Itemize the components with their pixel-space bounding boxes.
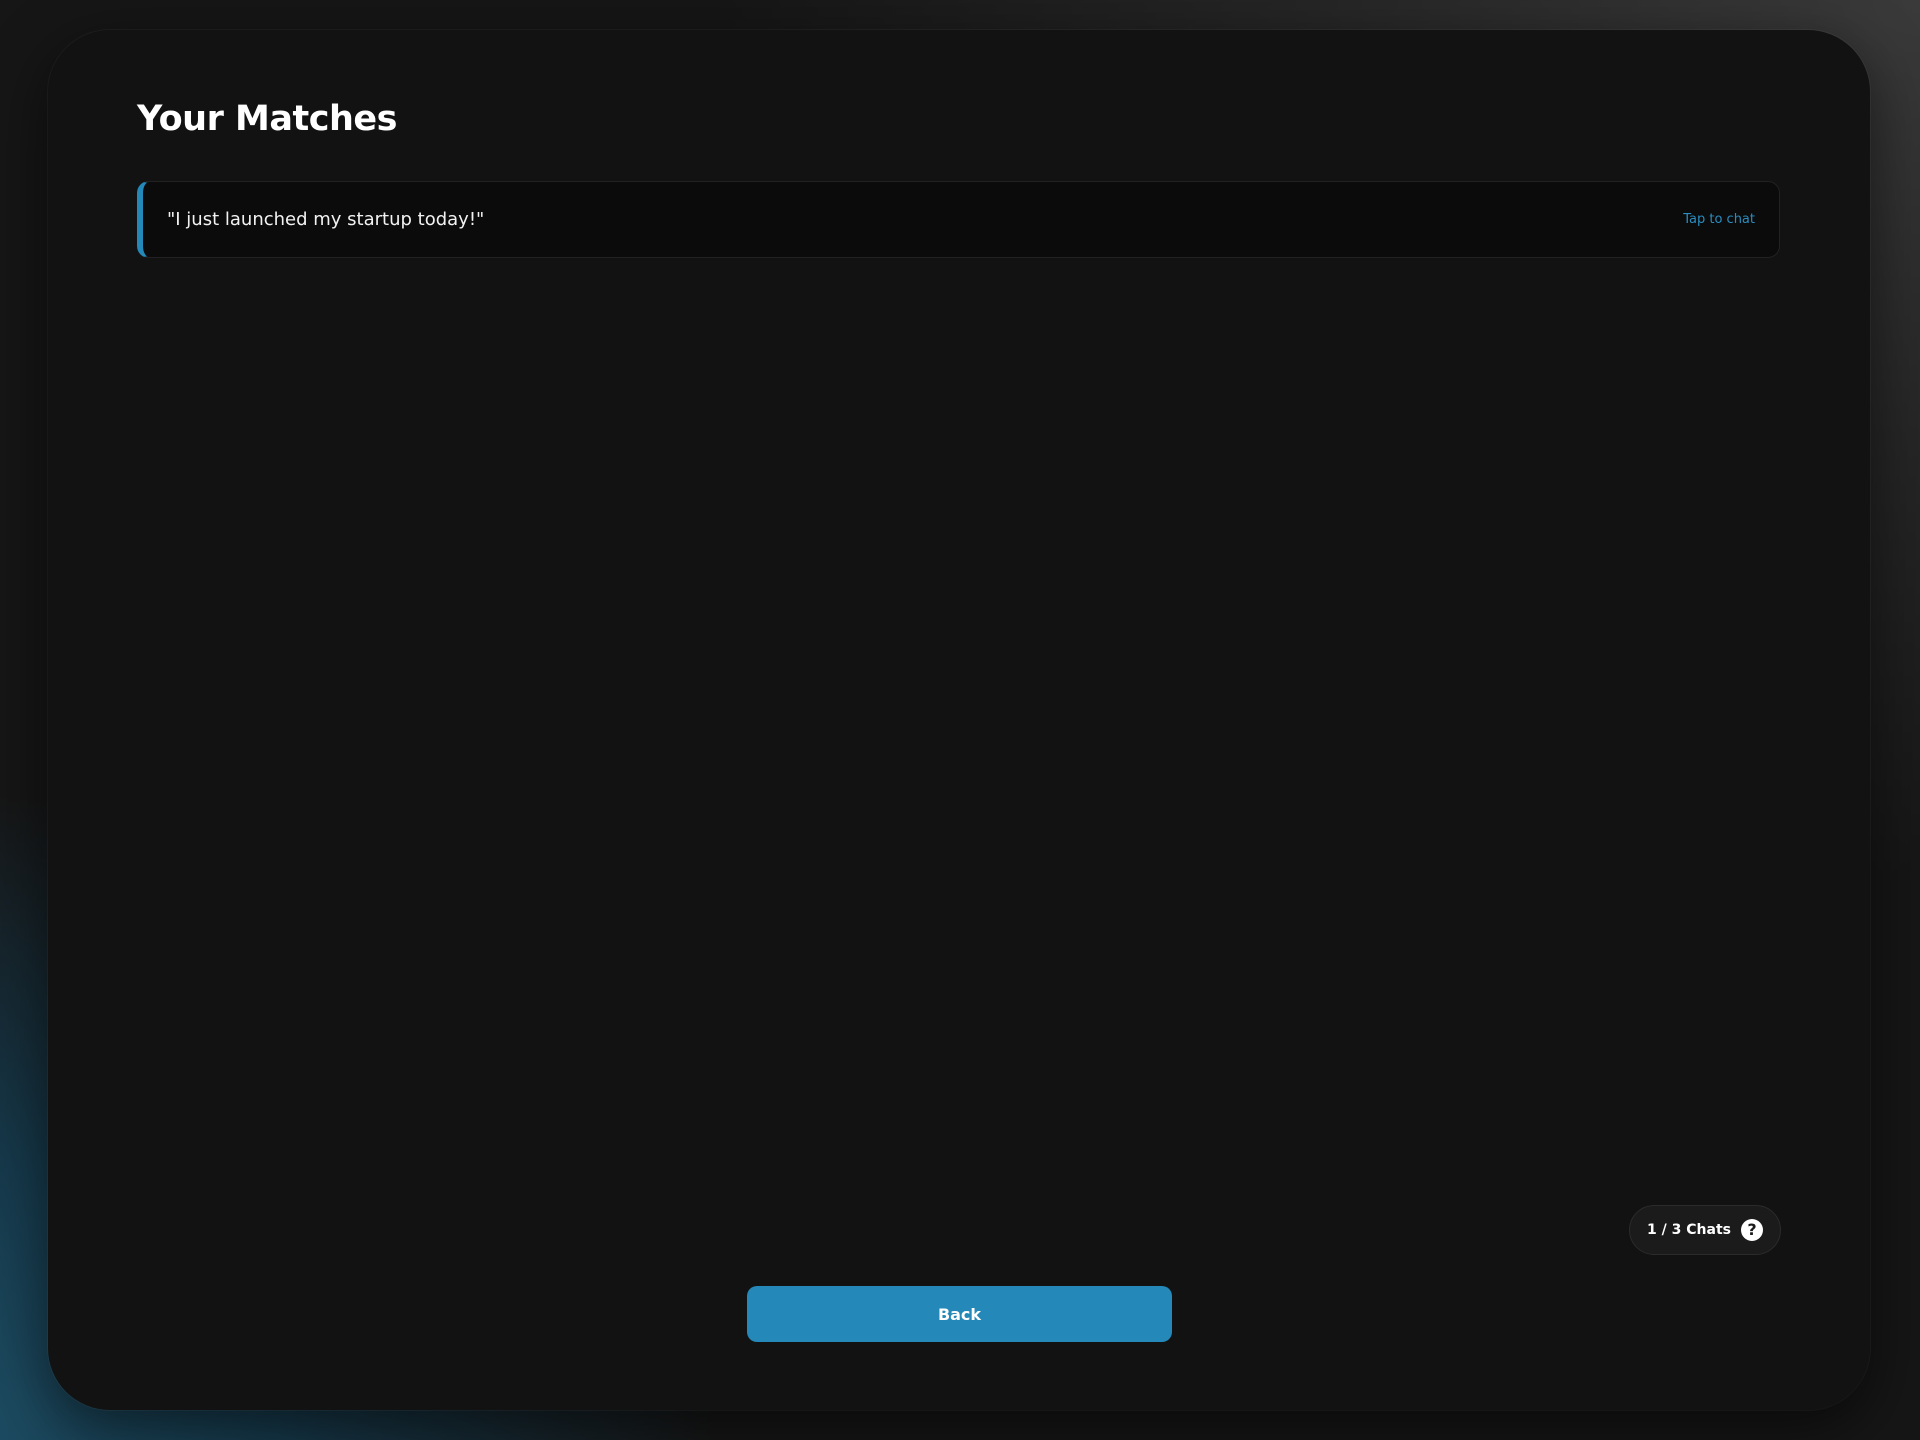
- chat-counter-label: 1 / 3 Chats: [1647, 1222, 1731, 1238]
- match-quote: "I just launched my startup today!": [167, 208, 485, 230]
- back-button[interactable]: Back: [747, 1286, 1172, 1342]
- chat-counter-badge: 1 / 3 Chats ?: [1629, 1205, 1781, 1255]
- match-card[interactable]: "I just launched my startup today!" Tap …: [137, 181, 1780, 258]
- match-list: "I just launched my startup today!" Tap …: [137, 181, 1780, 258]
- tap-to-chat-link[interactable]: Tap to chat: [1683, 213, 1755, 226]
- page-title: Your Matches: [137, 99, 397, 139]
- app-panel: Your Matches "I just launched my startup…: [48, 30, 1870, 1410]
- question-circle-icon[interactable]: ?: [1740, 1219, 1763, 1241]
